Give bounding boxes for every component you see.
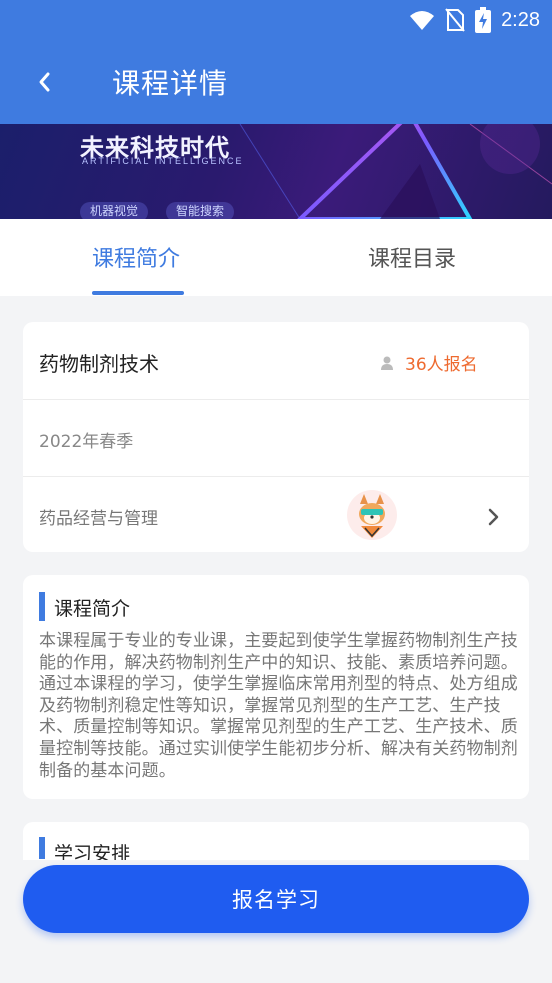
app-header: 2:28 课程详情 xyxy=(0,0,552,124)
tab-course-catalog[interactable]: 课程目录 xyxy=(368,241,456,273)
banner-tag-search: 智能搜索 xyxy=(166,202,235,219)
back-button[interactable] xyxy=(24,62,64,102)
status-icons: 2:28 xyxy=(409,6,540,34)
course-name: 药物制剂技术 xyxy=(39,352,159,376)
avatar-illustration xyxy=(359,494,385,538)
section-accent-bar xyxy=(39,837,45,859)
enroll-count: 36人报名 xyxy=(405,355,478,375)
course-info-card: 药物制剂技术 36人报名 2022年春季 药品经营与管理 xyxy=(23,322,529,552)
course-tabs: 课程简介 课程目录 xyxy=(0,219,552,296)
person-icon xyxy=(381,356,393,370)
nav-bar: 课程详情 xyxy=(0,50,552,112)
banner-tag-vision: 机器视觉 xyxy=(80,202,149,219)
no-sim-icon xyxy=(445,8,465,32)
enroll-info: 36人报名 xyxy=(381,350,478,375)
enroll-study-button[interactable]: 报名学习 xyxy=(23,865,529,933)
battery-charging-icon xyxy=(475,7,492,33)
status-bar: 2:28 xyxy=(0,0,552,40)
chevron-right-icon xyxy=(488,508,499,526)
course-banner: 未来科技时代 ARTIFICIAL INTELLIGENCE 机器视觉 智能搜索 xyxy=(0,124,552,219)
major-row[interactable]: 药品经营与管理 xyxy=(23,477,529,552)
teacher-avatar xyxy=(347,490,397,540)
intro-section-title: 课程简介 xyxy=(54,598,131,620)
course-major: 药品经营与管理 xyxy=(39,509,158,529)
term-row: 2022年春季 xyxy=(23,400,529,477)
course-intro-card: 课程简介 本课程属于专业的专业课，主要起到使学生掌握药物制剂生产技能的作用，解决… xyxy=(23,575,529,799)
banner-subtitle: ARTIFICIAL INTELLIGENCE xyxy=(82,156,244,166)
active-tab-indicator xyxy=(92,291,184,295)
status-time: 2:28 xyxy=(501,8,540,31)
chevron-left-icon xyxy=(39,72,50,92)
course-name-row: 药物制剂技术 36人报名 xyxy=(23,322,529,400)
section-accent-bar xyxy=(39,592,45,621)
intro-text: 本课程属于专业的专业课，主要起到使学生掌握药物制剂生产技能的作用，解决药物制剂生… xyxy=(39,631,518,781)
tab-course-intro[interactable]: 课程简介 xyxy=(92,241,180,273)
course-term: 2022年春季 xyxy=(39,432,134,452)
page-title: 课程详情 xyxy=(112,67,229,100)
wifi-icon xyxy=(410,11,435,30)
